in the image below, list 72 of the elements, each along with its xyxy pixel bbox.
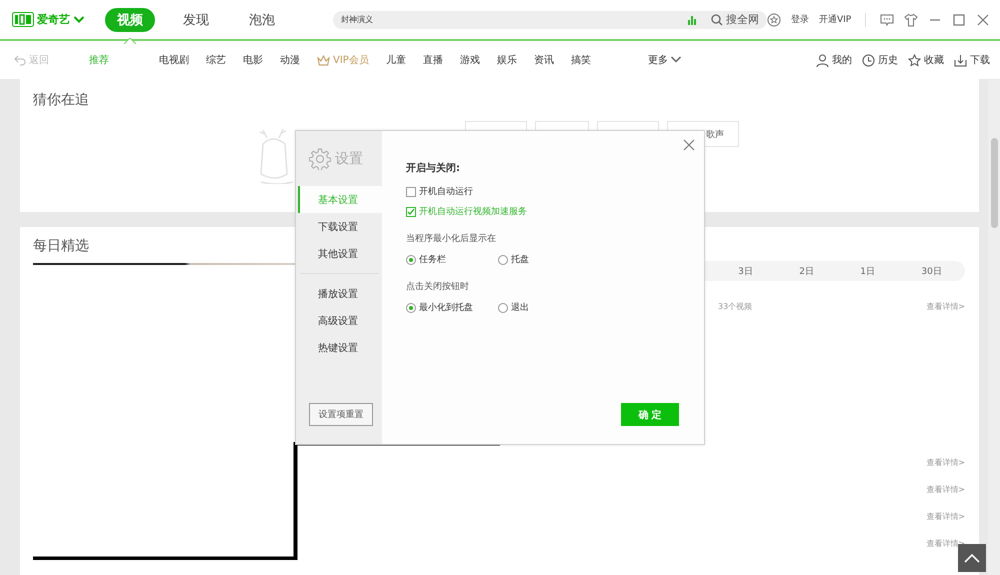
clock-icon xyxy=(862,54,875,66)
chevron-icon xyxy=(73,14,85,26)
scrollbar[interactable] xyxy=(988,80,1000,575)
login-link[interactable]: 登录 xyxy=(791,13,809,26)
radio-button[interactable] xyxy=(406,302,416,312)
nav-item[interactable]: 资讯 xyxy=(534,53,554,67)
search-value: 封神演义 xyxy=(341,14,374,25)
top-tab[interactable]: 泡泡 xyxy=(237,8,287,32)
settings-menu-item[interactable]: 其他设置 xyxy=(298,240,382,267)
search-button[interactable]: 搜全网 xyxy=(711,12,759,27)
radio-button[interactable] xyxy=(498,302,508,312)
nav-action[interactable]: 历史 xyxy=(862,53,898,67)
caret-up-icon xyxy=(964,553,980,563)
star-badge-icon[interactable] xyxy=(767,12,781,26)
star-icon xyxy=(908,54,921,66)
checkbox-label: 开机自动运行视频加速服务 xyxy=(419,206,527,218)
nav-item[interactable]: 直播 xyxy=(422,53,443,67)
scroll-thumb[interactable] xyxy=(991,138,998,228)
date-tab[interactable]: 3日 xyxy=(734,264,757,278)
date-tab[interactable]: 30日 xyxy=(917,264,946,278)
user-icon xyxy=(816,54,829,66)
settings-menu-item[interactable]: 下载设置 xyxy=(298,213,382,240)
checkbox[interactable] xyxy=(406,186,416,196)
checkbox-label: 开机自动运行 xyxy=(419,186,473,198)
message-icon[interactable] xyxy=(880,12,894,26)
settings-menu-item[interactable]: 热键设置 xyxy=(298,334,382,361)
top-tab[interactable]: 发现 xyxy=(171,8,221,32)
nav-action[interactable]: 下载 xyxy=(954,53,990,67)
radio-label: 最小化到托盘 xyxy=(419,302,473,314)
reset-button[interactable]: 设置项重置 xyxy=(309,403,373,426)
option-label: 当程序最小化后显示在 xyxy=(406,232,497,245)
nav-action[interactable]: 我的 xyxy=(816,53,852,67)
radio-label: 托盘 xyxy=(511,254,529,266)
gear-icon xyxy=(309,148,331,170)
download-icon xyxy=(954,54,967,66)
date-tab[interactable]: 1日 xyxy=(856,264,880,278)
crown-icon xyxy=(317,54,330,66)
search-field[interactable]: 封神演义 搜全网 xyxy=(333,10,767,28)
date-tab[interactable]: 2日 xyxy=(795,264,818,278)
maximize-icon[interactable] xyxy=(952,12,966,26)
nav-action[interactable]: 收藏 xyxy=(908,53,944,67)
nav-item[interactable]: 综艺 xyxy=(206,53,226,67)
nav-item[interactable]: 儿童 xyxy=(386,53,406,67)
radio-label: 任务栏 xyxy=(419,254,446,266)
back-to-top-button[interactable] xyxy=(958,544,986,572)
more-menu[interactable]: 更多 xyxy=(648,53,682,67)
dialog-title: 设置 xyxy=(335,150,363,168)
video-count: 33个视频 xyxy=(718,300,752,312)
radio-button[interactable] xyxy=(406,254,416,264)
checkbox[interactable] xyxy=(406,206,416,216)
option-label: 点击关闭按钮时 xyxy=(406,280,470,293)
nav-item[interactable]: 游戏 xyxy=(460,53,480,67)
nav-item[interactable]: 动漫 xyxy=(280,53,300,67)
nav-item[interactable]: 电视剧 xyxy=(159,53,189,67)
nav-item[interactable]: 娱乐 xyxy=(496,53,517,67)
logo-icon xyxy=(12,12,34,27)
bar-chart-icon xyxy=(687,14,697,24)
shirt-icon[interactable] xyxy=(904,12,918,26)
settings-menu-item[interactable]: 播放设置 xyxy=(298,280,382,307)
close-icon[interactable] xyxy=(683,139,695,151)
section-title: 猜你在追 xyxy=(33,91,89,109)
nav-item[interactable]: 电影 xyxy=(243,53,263,67)
search-icon xyxy=(711,14,723,26)
return-arrow-icon xyxy=(14,54,26,66)
nav-item[interactable]: 搞笑 xyxy=(570,53,591,67)
radio-button[interactable] xyxy=(498,254,508,264)
vip-link[interactable]: 开通VIP xyxy=(819,13,852,26)
section-heading: 开启与关闭: xyxy=(406,161,461,175)
radio-label: 退出 xyxy=(511,302,529,314)
close-icon[interactable] xyxy=(976,12,990,26)
settings-menu-item[interactable]: 高级设置 xyxy=(298,307,382,334)
section-title: 每日精选 xyxy=(33,237,90,255)
